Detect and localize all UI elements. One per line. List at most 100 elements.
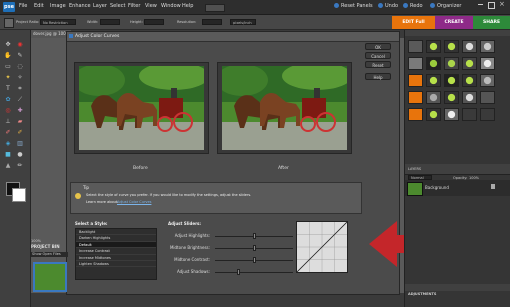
effect-thumb[interactable] [480, 108, 495, 121]
tab-edit[interactable]: EDIT Full [392, 16, 435, 29]
effect-thumb[interactable] [426, 91, 441, 104]
clone-stamp-icon[interactable]: ⊥ [3, 117, 13, 126]
slider-thumb[interactable] [252, 245, 256, 251]
background-color-swatch[interactable] [12, 188, 26, 202]
effect-thumb[interactable] [408, 91, 423, 104]
effect-thumb[interactable] [408, 40, 423, 53]
height-input[interactable] [144, 19, 164, 25]
eraser-tool-icon[interactable]: ▰ [15, 117, 25, 126]
slider-thumb[interactable] [236, 269, 240, 275]
effect-thumb[interactable] [444, 91, 459, 104]
gradient-tool-icon[interactable]: ▥ [15, 139, 25, 148]
effect-thumb[interactable] [408, 74, 423, 87]
undo-button[interactable]: Undo [378, 3, 398, 9]
slider-thumb[interactable] [252, 257, 256, 263]
smart-brush-icon[interactable]: ✐ [15, 128, 25, 137]
marquee-tool-icon[interactable]: ▭ [3, 62, 13, 71]
menu-edit[interactable]: Edit [34, 3, 44, 9]
blur-tool-icon[interactable]: ● [15, 150, 25, 159]
effect-thumb[interactable] [426, 108, 441, 121]
menu-help[interactable]: Help [182, 3, 193, 9]
menu-file[interactable]: File [19, 3, 27, 9]
straighten-tool-icon[interactable]: ⟋ [15, 95, 25, 104]
ok-button[interactable]: OK [365, 43, 391, 50]
effect-thumb[interactable] [426, 40, 441, 53]
resolution-label: Resolution: [177, 20, 197, 24]
right-panel: LAYERS Normal Opacity: 100% Background A… [404, 30, 510, 307]
effect-thumb[interactable] [480, 74, 495, 87]
layer-row-background[interactable]: Background [405, 180, 510, 196]
effect-thumb[interactable] [480, 57, 495, 70]
effect-thumb[interactable] [444, 108, 459, 121]
dialog-title: Adjust Color Curves [75, 34, 120, 39]
effect-thumb[interactable] [408, 57, 423, 70]
layer-name: Background [425, 185, 449, 190]
effect-thumb[interactable] [462, 108, 477, 121]
show-open-files-select[interactable]: Show Open Files [31, 252, 68, 257]
effect-thumb[interactable] [480, 40, 495, 53]
reset-panels-label: Reset Panels [341, 3, 373, 9]
effect-thumb[interactable] [462, 40, 477, 53]
tab-create[interactable]: CREATE [435, 16, 473, 29]
magic-wand-tool-icon[interactable]: ✦ [3, 73, 13, 82]
cancel-button[interactable]: Cancel [365, 52, 391, 59]
document-tab[interactable]: dover.jpg @ 100% [31, 30, 71, 38]
menu-filter[interactable]: Filter [128, 3, 140, 9]
close-icon[interactable]: × [499, 0, 505, 8]
sponge-tool-icon[interactable]: ▲ [3, 161, 13, 170]
layers-panel-header: LAYERS [405, 164, 510, 175]
paint-bucket-icon[interactable]: ◈ [3, 139, 13, 148]
eyedropper-tool-icon[interactable]: ✎ [15, 51, 25, 60]
effect-thumb[interactable] [462, 57, 477, 70]
help-button[interactable]: Help [365, 73, 391, 80]
cookie-cutter-icon[interactable]: ✿ [3, 95, 13, 104]
menu-view[interactable]: View [145, 3, 157, 9]
reset-panels-button[interactable]: Reset Panels [334, 3, 373, 9]
effect-thumb[interactable] [462, 91, 477, 104]
menu-select[interactable]: Select [110, 3, 125, 9]
effect-thumb[interactable] [480, 91, 495, 104]
maximize-icon[interactable] [488, 2, 495, 9]
effect-thumb[interactable] [462, 74, 477, 87]
minimize-icon[interactable] [478, 4, 483, 5]
pencil-tool-icon[interactable]: ✏ [15, 161, 25, 170]
before-label: Before [133, 166, 148, 171]
resolution-input[interactable] [202, 19, 222, 25]
shape-tool-icon[interactable]: ■ [3, 150, 13, 159]
selection-brush-icon[interactable]: ✧ [15, 73, 25, 82]
slider-label: Midtone Contrast: [174, 257, 210, 262]
tip-link[interactable]: Adjust Color Curves [117, 200, 151, 204]
menu-enhance[interactable]: Enhance [69, 3, 91, 9]
move-tool-icon[interactable]: ✥ [3, 40, 13, 49]
slider-thumb[interactable] [252, 233, 256, 239]
height-label: Height: [130, 20, 143, 24]
project-bin-thumbnail[interactable] [33, 262, 67, 292]
reset-button[interactable]: Reset [365, 61, 391, 68]
effect-thumb[interactable] [444, 40, 459, 53]
ratio-select[interactable]: No Restriction [40, 19, 76, 25]
menu-layer[interactable]: Layer [93, 3, 107, 9]
unit-select[interactable]: pixels/inch [230, 19, 256, 25]
effect-thumb[interactable] [444, 57, 459, 70]
brush-tool-icon[interactable]: ✐ [3, 128, 13, 137]
hand-tool-icon[interactable]: ✋ [3, 51, 13, 60]
menu-image[interactable]: Image [50, 3, 66, 9]
effect-thumb[interactable] [426, 57, 441, 70]
healing-brush-icon[interactable]: ✚ [15, 106, 25, 115]
effect-thumb[interactable] [444, 74, 459, 87]
zoom-tool-icon[interactable]: ◉ [15, 40, 25, 49]
slider-track[interactable] [215, 272, 293, 273]
type-tool-icon[interactable]: T [3, 84, 13, 93]
effect-thumb[interactable] [426, 74, 441, 87]
tab-share[interactable]: SHARE [473, 16, 510, 29]
organizer-button[interactable]: Organizer [430, 3, 461, 9]
red-eye-tool-icon[interactable]: ◎ [3, 106, 13, 115]
width-input[interactable] [100, 19, 120, 25]
lasso-tool-icon[interactable]: ◌ [15, 62, 25, 71]
arrange-button[interactable] [205, 4, 225, 12]
crop-tool-icon[interactable]: ⌗ [15, 84, 25, 93]
menu-window[interactable]: Window [161, 3, 181, 9]
effect-thumb[interactable] [408, 108, 423, 121]
tip-heading: Tip [83, 185, 89, 190]
redo-button[interactable]: Redo [403, 3, 423, 9]
